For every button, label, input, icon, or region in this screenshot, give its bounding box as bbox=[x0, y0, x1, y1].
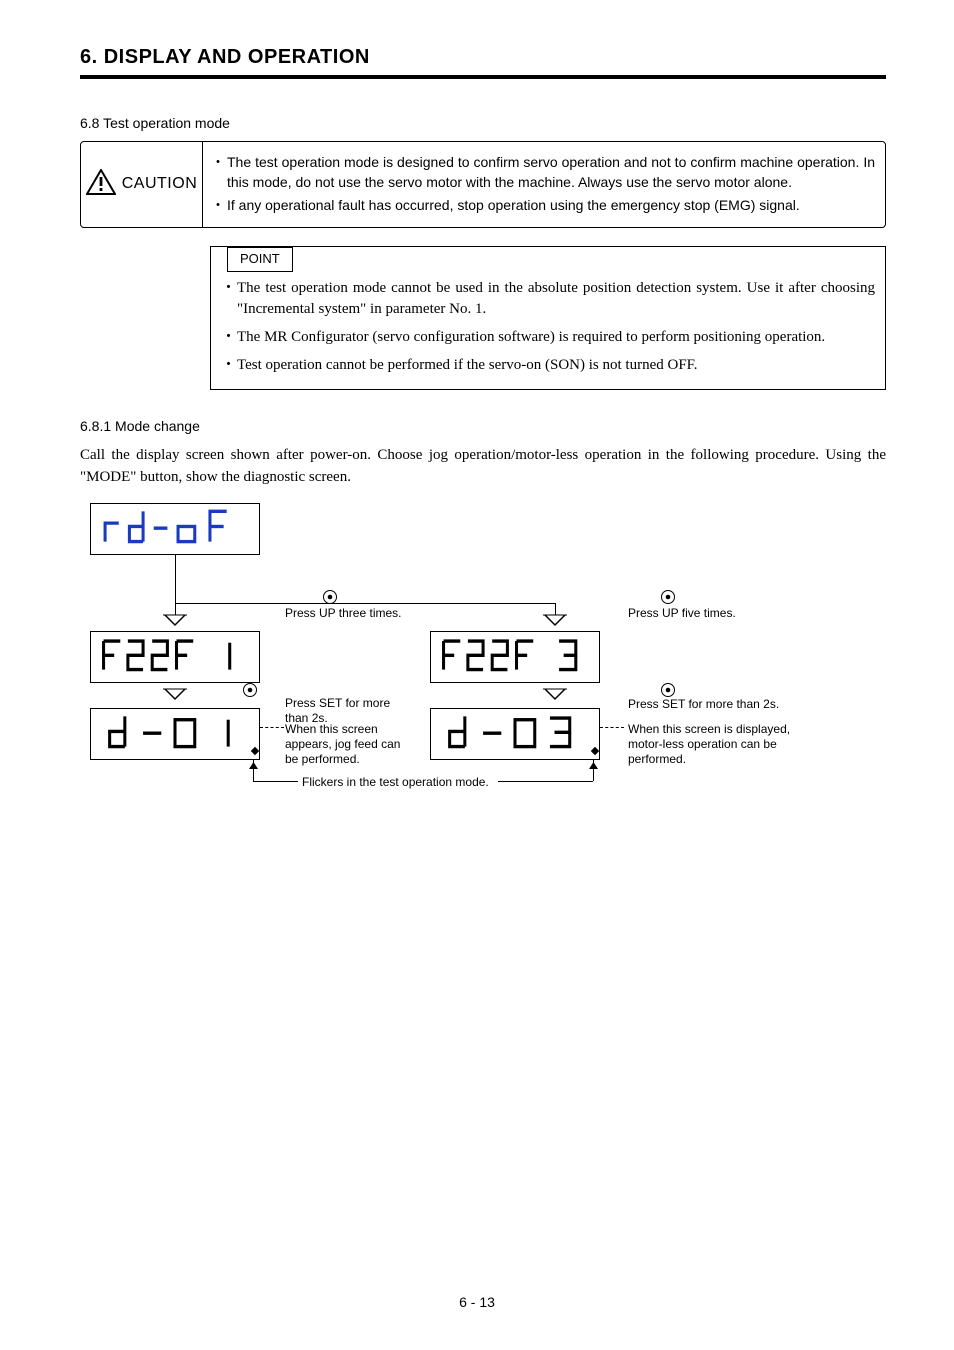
caution-left: CAUTION bbox=[81, 142, 203, 227]
label-jog-b: appears, jog feed can bbox=[285, 736, 400, 752]
display-d01 bbox=[90, 708, 260, 760]
arrow-up-icon bbox=[589, 758, 598, 772]
point-label: POINT bbox=[227, 247, 293, 272]
bullseye-set-icon bbox=[242, 682, 258, 701]
label-motorless-c: performed. bbox=[628, 751, 686, 767]
point-item: The test operation mode cannot be used i… bbox=[237, 278, 875, 322]
section-title: 6.8 Test operation mode bbox=[80, 115, 886, 131]
display-test1 bbox=[90, 631, 260, 683]
header-rule bbox=[80, 75, 886, 79]
display-d03 bbox=[430, 708, 600, 760]
label-motorless-a: When this screen is displayed, bbox=[628, 721, 790, 737]
label-press-set-right: Press SET for more than 2s. bbox=[628, 696, 779, 712]
subsection-title: 6.8.1 Mode change bbox=[80, 418, 886, 434]
page-footer: 6 - 13 bbox=[0, 1294, 954, 1310]
bullet-icon: ・ bbox=[211, 195, 221, 215]
caution-item: The test operation mode is designed to c… bbox=[227, 152, 875, 193]
caution-item: If any operational fault has occurred, s… bbox=[227, 195, 800, 215]
caution-box: CAUTION ・ The test operation mode is des… bbox=[80, 141, 886, 228]
chevron-down-icon bbox=[543, 613, 567, 631]
caution-label: CAUTION bbox=[122, 175, 198, 193]
chapter-title: 6. DISPLAY AND OPERATION bbox=[80, 46, 886, 69]
bullet-icon: ・ bbox=[221, 355, 231, 377]
display-rd-of bbox=[90, 503, 260, 555]
point-item: Test operation cannot be performed if th… bbox=[237, 355, 698, 377]
subsection-body: Call the display screen shown after powe… bbox=[80, 444, 886, 489]
bullet-icon: ・ bbox=[221, 278, 231, 322]
label-jog-c: be performed. bbox=[285, 751, 360, 767]
bullet-icon: ・ bbox=[211, 152, 221, 193]
warning-triangle-icon bbox=[86, 169, 116, 200]
label-motorless-b: motor-less operation can be bbox=[628, 736, 777, 752]
point-box: POINT ・ The test operation mode cannot b… bbox=[210, 246, 886, 390]
label-jog-a: When this screen bbox=[285, 721, 378, 737]
chevron-down-icon bbox=[163, 687, 187, 705]
chevron-down-icon bbox=[163, 613, 187, 631]
bullet-icon: ・ bbox=[221, 327, 231, 349]
arrow-up-icon bbox=[249, 758, 258, 772]
mode-change-diagram: Press UP three times. Press UP five time… bbox=[80, 503, 886, 843]
caution-text: ・ The test operation mode is designed to… bbox=[203, 142, 885, 227]
display-test3 bbox=[430, 631, 600, 683]
label-press-up-5: Press UP five times. bbox=[628, 605, 736, 621]
label-flicker: Flickers in the test operation mode. bbox=[302, 774, 489, 790]
blink-indicator-icon bbox=[591, 746, 599, 754]
chevron-down-icon bbox=[543, 687, 567, 705]
label-press-set-left-a: Press SET for more bbox=[285, 695, 390, 711]
point-item: The MR Configurator (servo configuration… bbox=[237, 327, 825, 349]
blink-indicator-icon bbox=[251, 746, 259, 754]
label-press-up-3: Press UP three times. bbox=[285, 605, 401, 621]
